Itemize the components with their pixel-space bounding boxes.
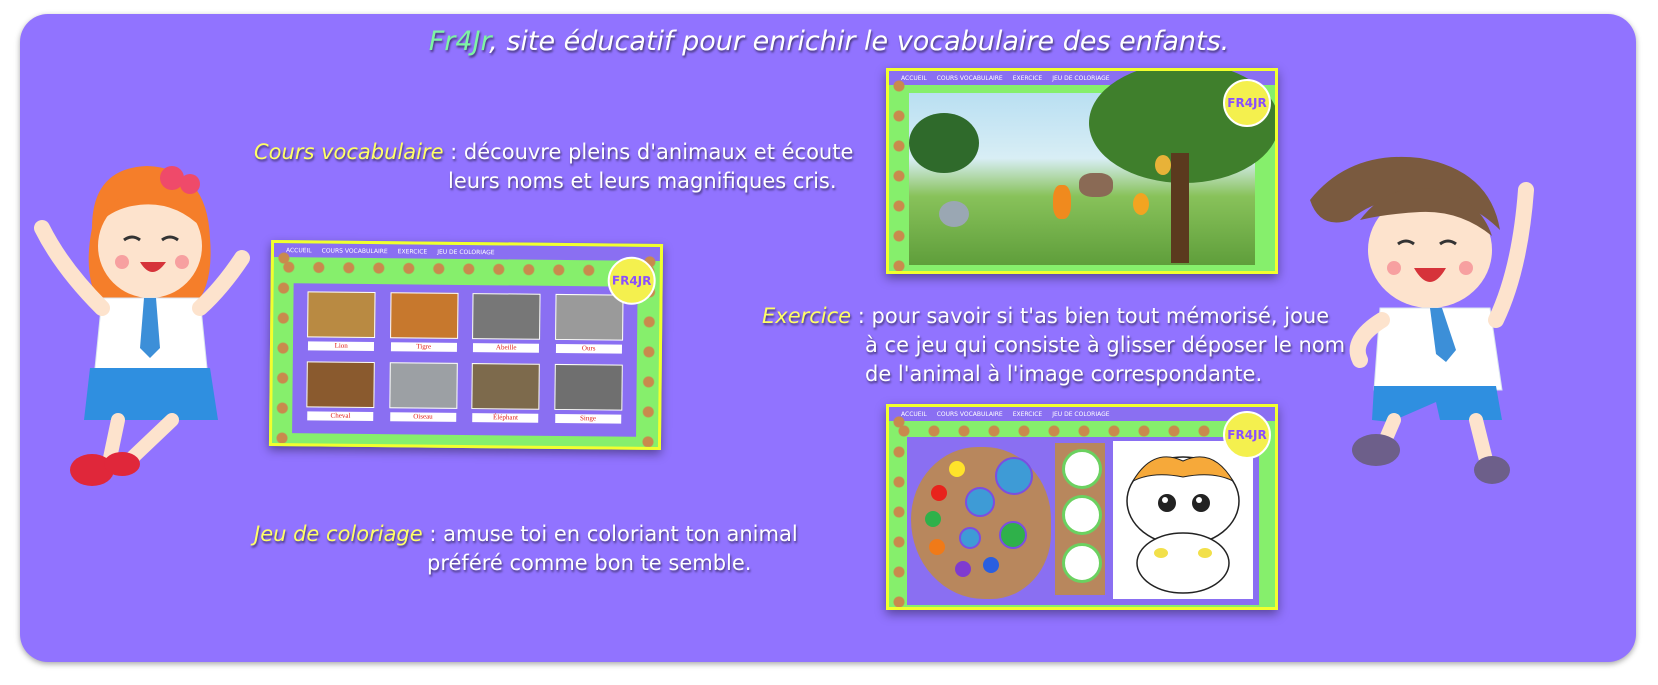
animal-photo	[554, 293, 624, 341]
pine-trees	[909, 113, 979, 173]
drawing-option[interactable]	[1062, 449, 1102, 489]
coloriage-line-2: préféré comme bon te semble.	[427, 551, 752, 575]
paint-yellow[interactable]	[949, 461, 965, 477]
animal-name: Éléphant	[472, 413, 539, 423]
coloring-screenshot: ACCUEIL COURS VOCABULAIRE EXERCICE JEU D…	[886, 404, 1278, 610]
large-brush-icon[interactable]	[995, 457, 1033, 495]
paint-green[interactable]	[925, 511, 941, 527]
vocabulary-screenshot: ACCUEIL COURS VOCABULAIRE EXERCICE JEU D…	[268, 239, 664, 451]
cours-line-1: : découvre pleins d'animaux et écoute	[443, 140, 854, 164]
page-title: Fr4Jr, site éducatif pour enrichir le vo…	[0, 26, 1658, 57]
brush-icon[interactable]	[965, 487, 995, 517]
fr4jr-logo: FR4JR	[1223, 79, 1271, 127]
thumb-nav-item: JEU DE COLORIAGE	[1052, 74, 1110, 82]
tree-trunk	[1171, 153, 1189, 263]
thumb-nav-item: COURS VOCABULAIRE	[936, 410, 1003, 418]
eraser-icon[interactable]	[999, 521, 1027, 549]
monkey-border	[891, 71, 907, 271]
coloring-area	[907, 437, 1259, 605]
thumb-nav-item: EXERCICE	[397, 247, 428, 256]
cours-line-2: leurs noms et leurs magnifiques cris.	[448, 169, 837, 193]
vocab-card-grid: Lion Tigre Abeille Ours Cheval Oiseau Él…	[292, 283, 638, 437]
exercice-line-3: de l'animal à l'image correspondante.	[865, 362, 1263, 386]
vocab-card: Éléphant	[469, 363, 542, 428]
paint-palette	[911, 447, 1051, 599]
beehive	[1155, 155, 1171, 175]
small-brush-icon[interactable]	[959, 527, 981, 549]
image-picker	[1055, 443, 1105, 595]
cours-description: Cours vocabulaire : découvre pleins d'an…	[254, 138, 853, 196]
exercice-line-2: à ce jeu qui consiste à glisser déposer …	[865, 333, 1346, 357]
monkey-border	[891, 407, 907, 607]
thumb-nav-item: JEU DE COLORIAGE	[1052, 410, 1110, 418]
animal-name: Singe	[554, 413, 622, 424]
animal-name: Lion	[308, 341, 375, 352]
brand-name: Fr4Jr	[428, 26, 490, 57]
animal-name: Cheval	[307, 411, 374, 422]
drawing-option[interactable]	[1062, 543, 1102, 583]
animal-photo	[389, 292, 459, 339]
vocab-card: Cheval	[304, 361, 377, 426]
drawing-canvas[interactable]	[1113, 441, 1253, 599]
thumb-nav: ACCUEIL COURS VOCABULAIRE EXERCICE JEU D…	[889, 407, 1275, 421]
drawing-option[interactable]	[1062, 495, 1102, 535]
coloriage-line-1: : amuse toi en coloriant ton animal	[422, 522, 798, 546]
vocab-card: Tigre	[387, 292, 460, 357]
monkey-border	[273, 258, 660, 280]
vocab-card: Abeille	[470, 293, 543, 358]
coloriage-label: Jeu de coloriage	[254, 522, 423, 546]
thumb-nav-item: COURS VOCABULAIRE	[321, 246, 388, 255]
girl-character-icon	[34, 166, 250, 486]
paint-orange[interactable]	[929, 539, 945, 555]
animal-photo	[306, 361, 376, 409]
exercice-label: Exercice	[762, 304, 852, 328]
fr4jr-logo: FR4JR	[607, 256, 656, 305]
paint-red[interactable]	[931, 485, 947, 501]
monkey-border	[273, 243, 293, 444]
cours-label: Cours vocabulaire	[254, 140, 444, 164]
animal-photo	[307, 291, 376, 339]
tiger-character	[1053, 185, 1071, 219]
vocab-card: Lion	[305, 291, 378, 356]
vocab-card: Singe	[552, 363, 625, 429]
animal-name: Oiseau	[389, 412, 457, 422]
animal-photo	[554, 363, 623, 411]
thumb-nav-item: COURS VOCABULAIRE	[936, 74, 1003, 82]
exercice-line-1: : pour savoir si t'as bien tout mémorisé…	[851, 304, 1330, 328]
thumb-nav-item: EXERCICE	[1012, 410, 1043, 418]
animal-name: Tigre	[390, 342, 457, 352]
animal-photo	[472, 293, 541, 340]
fr4jr-logo: FR4JR	[1223, 411, 1271, 459]
exercise-screenshot: ACCUEIL COURS VOCABULAIRE EXERCICE JEU D…	[886, 68, 1278, 274]
elephant-character	[939, 201, 969, 227]
paint-purple[interactable]	[955, 561, 971, 577]
animal-name: Abeille	[473, 343, 540, 353]
bear-character	[1133, 193, 1149, 215]
coloriage-description: Jeu de coloriage : amuse toi en colorian…	[254, 520, 798, 578]
animal-photo	[389, 362, 458, 409]
forest-scene	[909, 71, 1275, 265]
vocab-card: Ours	[552, 293, 625, 359]
exercice-description: Exercice : pour savoir si t'as bien tout…	[762, 302, 1345, 389]
page-tagline: , site éducatif pour enrichir le vocabul…	[489, 26, 1230, 57]
boy-character-icon	[1310, 156, 1534, 484]
vocab-card: Oiseau	[387, 362, 460, 427]
thumb-nav-item: EXERCICE	[1012, 74, 1043, 82]
thumb-nav-item: JEU DE COLORIAGE	[437, 248, 495, 256]
thumb-nav: ACCUEIL COURS VOCABULAIRE EXERCICE JEU D…	[273, 242, 661, 262]
animal-photo	[471, 363, 541, 410]
hamster-drawing	[1126, 456, 1240, 594]
animal-name: Ours	[555, 343, 622, 354]
paint-blue[interactable]	[983, 557, 999, 573]
horse-character	[1079, 173, 1113, 197]
